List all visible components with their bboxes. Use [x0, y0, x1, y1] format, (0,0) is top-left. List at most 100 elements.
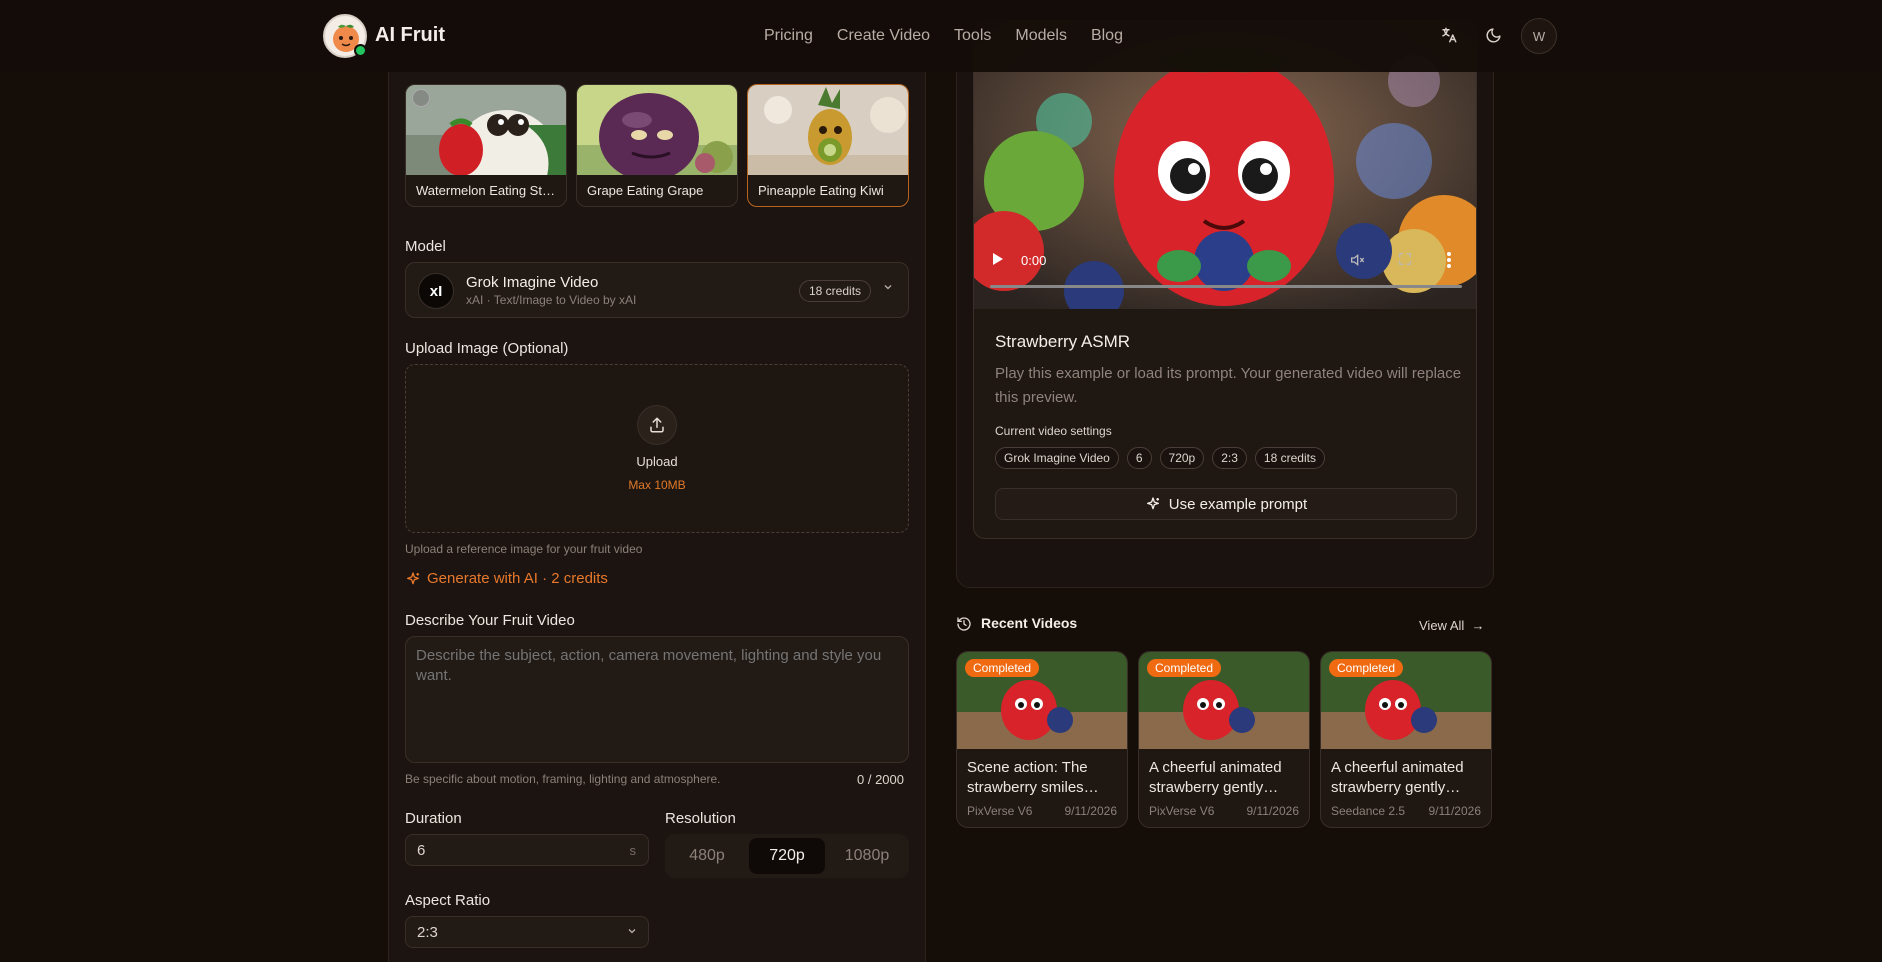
- example-card[interactable]: Grape Eating Grape: [576, 84, 738, 207]
- example-label: Pineapple Eating Kiwi: [758, 183, 884, 198]
- prompt-char-counter: 0 / 2000: [857, 772, 904, 787]
- xai-logo-icon: xI: [418, 273, 454, 309]
- arrow-right-icon: →: [1467, 618, 1485, 633]
- model-select[interactable]: xI Grok Imagine Video xAI · Text/Image t…: [405, 262, 909, 318]
- chevron-down-icon: [882, 281, 894, 296]
- duration-value: 6: [417, 842, 426, 859]
- translate-icon[interactable]: [1434, 20, 1464, 50]
- resolution-option-1080p[interactable]: 1080p: [829, 838, 905, 874]
- settings-chips: Grok Imagine Video 6 720p 2:3 18 credits: [995, 447, 1325, 469]
- example-card-selected[interactable]: Pineapple Eating Kiwi: [747, 84, 909, 207]
- resolution-option-720p[interactable]: 720p: [749, 838, 825, 874]
- play-icon[interactable]: [992, 252, 1004, 269]
- recent-videos-list: Completed Scene action: The strawberry s…: [956, 651, 1492, 828]
- example-thumbnail: [577, 85, 737, 175]
- example-gallery: Watermelon Eating Strawberry Grape Eatin…: [405, 84, 909, 207]
- recent-video-thumbnail: Completed: [1321, 652, 1491, 749]
- example-thumbnail: [406, 85, 566, 175]
- setting-chip-model: Grok Imagine Video: [995, 447, 1119, 469]
- example-card[interactable]: Watermelon Eating Strawberry: [405, 84, 567, 207]
- recent-video-card[interactable]: Completed A cheerful animated strawberry…: [1138, 651, 1310, 828]
- recent-video-date: 9/11/2026: [1246, 804, 1300, 818]
- generate-with-ai-button[interactable]: Generate with AI · 2 credits: [405, 570, 608, 587]
- video-progress-bar[interactable]: [990, 285, 1462, 288]
- recent-video-date: 9/11/2026: [1428, 804, 1482, 818]
- online-status-dot: [354, 44, 367, 57]
- model-credits-badge: 18 credits: [799, 280, 872, 302]
- recent-video-model: PixVerse V6: [967, 804, 1033, 818]
- nav-pricing[interactable]: Pricing: [764, 27, 813, 45]
- model-subtitle: xAI · Text/Image to Video by xAI: [466, 293, 637, 307]
- preview-title: Strawberry ASMR: [995, 332, 1131, 351]
- recent-video-model: PixVerse V6: [1149, 804, 1215, 818]
- video-time: 0:00: [1021, 253, 1047, 268]
- recent-video-thumbnail: Completed: [957, 652, 1127, 749]
- upload-label: Upload Image (Optional): [405, 340, 569, 357]
- setting-chip-aspect: 2:3: [1212, 447, 1247, 469]
- more-options-icon[interactable]: [1446, 252, 1452, 271]
- recent-videos-title: Recent Videos: [981, 615, 1078, 631]
- example-thumbnail: [748, 85, 908, 175]
- upload-hint: Upload a reference image for your fruit …: [405, 542, 643, 556]
- status-badge: Completed: [1329, 659, 1404, 677]
- preview-card: 0:00 Strawberry ASMR Play this example o…: [973, 20, 1477, 539]
- model-label: Model: [405, 238, 446, 255]
- upload-icon: [637, 405, 677, 445]
- view-all-label: View All: [1419, 618, 1465, 633]
- image-upload-dropzone[interactable]: Upload Max 10MB: [405, 364, 909, 533]
- nav-blog[interactable]: Blog: [1091, 27, 1123, 45]
- user-avatar[interactable]: W: [1521, 18, 1557, 54]
- use-example-prompt-button[interactable]: Use example prompt: [995, 488, 1457, 520]
- example-label: Watermelon Eating Strawberry: [416, 183, 558, 198]
- example-label: Grape Eating Grape: [587, 183, 704, 198]
- top-header: AI Fruit Pricing Create Video Tools Mode…: [0, 0, 1882, 72]
- aspect-ratio-select[interactable]: 2:3: [405, 916, 649, 948]
- sparkle-icon: [1146, 497, 1159, 510]
- dark-mode-moon-icon[interactable]: [1478, 20, 1508, 50]
- setting-chip-resolution: 720p: [1159, 447, 1205, 469]
- preview-description: Play this example or load its prompt. Yo…: [995, 365, 1462, 406]
- generate-with-ai-label: Generate with AI · 2 credits: [427, 570, 608, 587]
- chevron-down-icon: [626, 925, 638, 940]
- duration-input[interactable]: 6 s: [405, 834, 649, 866]
- nav-tools[interactable]: Tools: [954, 27, 991, 45]
- brand-logo[interactable]: [323, 14, 367, 58]
- aspect-ratio-value: 2:3: [417, 924, 438, 941]
- history-icon: [956, 616, 972, 637]
- recent-video-model: Seedance 2.5: [1331, 804, 1406, 818]
- brand-name[interactable]: AI Fruit: [375, 24, 445, 47]
- setting-chip-credits: 18 credits: [1254, 447, 1325, 469]
- recent-video-prompt: A cheerful animated strawberry gently…: [1331, 759, 1464, 796]
- setting-chip-duration: 6: [1126, 447, 1152, 469]
- nav-models[interactable]: Models: [1015, 27, 1067, 45]
- prompt-textarea[interactable]: [405, 636, 909, 763]
- resolution-label: Resolution: [665, 810, 736, 827]
- recent-video-prompt: A cheerful animated strawberry gently…: [1149, 759, 1282, 796]
- aspect-ratio-label: Aspect Ratio: [405, 892, 491, 909]
- describe-label: Describe Your Fruit Video: [405, 612, 575, 629]
- sparkle-icon: [407, 571, 419, 584]
- recent-video-thumbnail: Completed: [1139, 652, 1309, 749]
- prompt-hint: Be specific about motion, framing, light…: [405, 772, 721, 786]
- recent-video-card[interactable]: Completed Scene action: The strawberry s…: [956, 651, 1128, 828]
- recent-video-date: 9/11/2026: [1064, 804, 1118, 818]
- view-all-link[interactable]: View All →: [1419, 618, 1485, 633]
- status-badge: Completed: [965, 659, 1040, 677]
- recent-video-card[interactable]: Completed A cheerful animated strawberry…: [1320, 651, 1492, 828]
- status-badge: Completed: [1147, 659, 1222, 677]
- mute-icon[interactable]: [1349, 252, 1365, 271]
- resolution-toggle-group: 480p 720p 1080p: [665, 834, 909, 878]
- upload-max-size: Max 10MB: [628, 478, 686, 492]
- upload-button-label: Upload: [636, 454, 678, 469]
- use-example-prompt-label: Use example prompt: [1168, 495, 1308, 513]
- resolution-option-480p[interactable]: 480p: [669, 838, 745, 874]
- model-name: Grok Imagine Video: [466, 274, 599, 291]
- nav-create-video[interactable]: Create Video: [837, 27, 930, 45]
- fullscreen-icon[interactable]: [1398, 252, 1412, 269]
- main-nav: Pricing Create Video Tools Models Blog: [764, 27, 1147, 45]
- duration-label: Duration: [405, 810, 462, 827]
- current-settings-label: Current video settings: [995, 424, 1112, 438]
- duration-unit: s: [629, 843, 637, 858]
- recent-video-prompt: Scene action: The strawberry smiles…: [967, 759, 1099, 796]
- example-select-radio[interactable]: [412, 89, 430, 107]
